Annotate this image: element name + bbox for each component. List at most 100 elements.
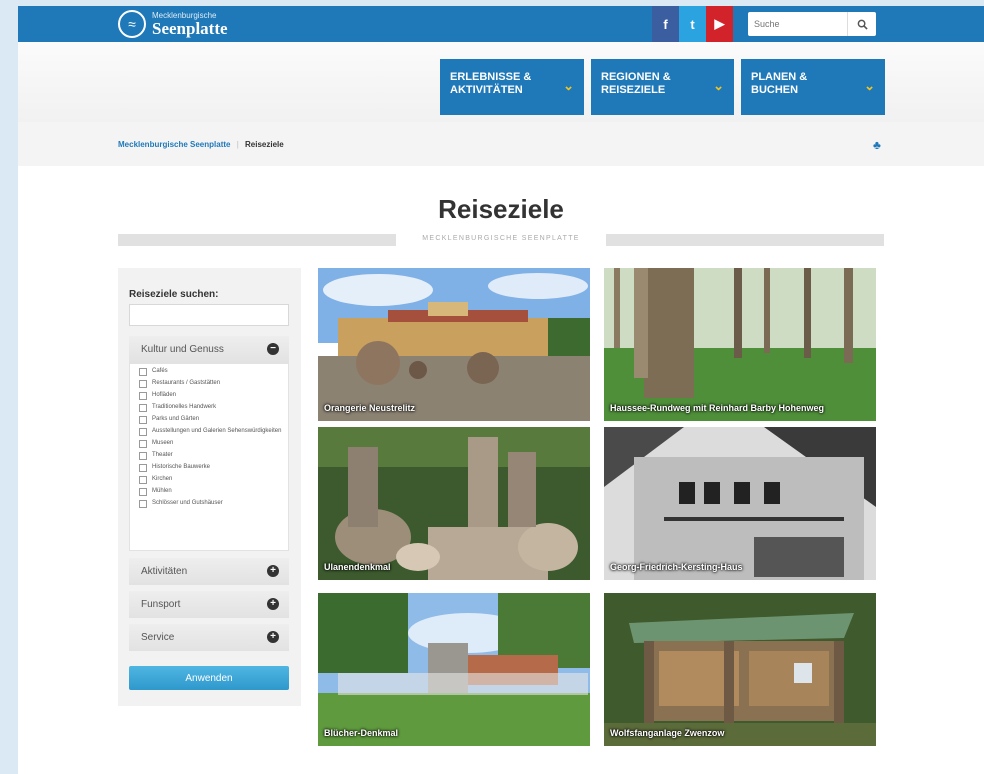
breadcrumb-separator: | bbox=[236, 140, 239, 149]
tile-caption: Blücher-Denkmal bbox=[324, 728, 399, 738]
checkbox-label: Schlösser und Gutshäuser bbox=[152, 500, 223, 506]
accordion-label: Aktivitäten bbox=[141, 566, 188, 577]
logo-small-text: Mecklenburgische bbox=[152, 10, 217, 20]
destination-tile[interactable]: Haussee-Rundweg mit Reinhard Barby Hohen… bbox=[604, 268, 876, 421]
checkbox-label: Restaurants / Gaststätten bbox=[152, 380, 221, 386]
checkbox-label: Museen bbox=[152, 440, 174, 446]
checkbox[interactable] bbox=[139, 392, 147, 400]
filter-search-label: Reiseziele suchen: bbox=[129, 289, 219, 300]
checkbox[interactable] bbox=[139, 452, 147, 460]
divider-left bbox=[118, 234, 396, 246]
destination-tile[interactable]: Orangerie Neustrelitz bbox=[318, 268, 590, 421]
checkbox-label: Historische Bauwerke bbox=[152, 464, 211, 470]
checkbox-item[interactable]: Cafés bbox=[139, 368, 288, 376]
search-icon bbox=[857, 19, 868, 30]
plus-circle-icon: + bbox=[267, 631, 279, 643]
tile-image bbox=[604, 268, 876, 421]
top-bar: ≈ Mecklenburgische Seenplatte f t ▶ bbox=[18, 6, 984, 42]
accordion-label: Kultur und Genuss bbox=[141, 344, 224, 355]
filter-search-input[interactable] bbox=[129, 304, 289, 326]
tile-caption: Ulanendenkmal bbox=[324, 562, 391, 572]
destination-tile[interactable]: Blücher-Denkmal bbox=[318, 593, 590, 746]
search-button[interactable] bbox=[847, 12, 876, 36]
tile-caption: Orangerie Neustrelitz bbox=[324, 403, 416, 413]
tile-image bbox=[604, 593, 876, 746]
checkbox-label: Traditionelles Handwerk bbox=[152, 404, 217, 410]
checkbox-item[interactable]: Restaurants / Gaststätten bbox=[139, 380, 288, 388]
checkbox-item[interactable]: Historische Bauwerke bbox=[139, 464, 288, 472]
nav-planen[interactable]: PLANEN & BUCHEN ⌄ bbox=[741, 59, 885, 115]
destination-tile[interactable]: Georg-Friedrich-Kersting-Haus bbox=[604, 427, 876, 580]
checkbox-label: Cafés bbox=[152, 368, 168, 374]
chevron-down-icon: ⌄ bbox=[864, 78, 875, 93]
logo-text: Mecklenburgische Seenplatte bbox=[152, 10, 228, 38]
tile-image bbox=[318, 268, 590, 421]
search-input[interactable] bbox=[748, 12, 856, 36]
checkbox-item[interactable]: Traditionelles Handwerk bbox=[139, 404, 288, 412]
divider-right bbox=[606, 234, 884, 246]
plus-circle-icon: + bbox=[267, 598, 279, 610]
logo-big-text: Seenplatte bbox=[152, 18, 228, 38]
nav-regionen[interactable]: REGIONEN & REISEZIELE ⌄ bbox=[591, 59, 734, 115]
destination-tile[interactable]: Wolfsfanganlage Zwenzow bbox=[604, 593, 876, 746]
checkbox-label: Theater bbox=[152, 452, 173, 458]
accordion-service[interactable]: Service + bbox=[129, 624, 289, 651]
page-subtitle: MECKLENBURGISCHE SEENPLATTE bbox=[422, 235, 580, 242]
breadcrumb-bar: Mecklenburgische Seenplatte | Reiseziele… bbox=[18, 122, 984, 166]
checkbox-label: Parks und Gärten bbox=[152, 416, 200, 422]
checkbox[interactable] bbox=[139, 500, 147, 508]
checkbox-item[interactable]: Parks und Gärten bbox=[139, 416, 288, 424]
tile-caption: Haussee-Rundweg mit Reinhard Barby Hohen… bbox=[610, 403, 825, 413]
apply-button[interactable]: Anwenden bbox=[129, 666, 289, 690]
accordion-aktivitaeten[interactable]: Aktivitäten + bbox=[129, 558, 289, 585]
accordion-label: Service bbox=[141, 632, 175, 643]
youtube-icon[interactable]: ▶ bbox=[706, 6, 733, 42]
checkbox-item[interactable]: Museen bbox=[139, 440, 288, 448]
breadcrumb-current: Reiseziele bbox=[245, 140, 284, 149]
checkbox-item[interactable]: Mühlen bbox=[139, 488, 288, 496]
checkbox[interactable] bbox=[139, 488, 147, 496]
checkbox-item[interactable]: Kirchen bbox=[139, 476, 288, 484]
tile-image bbox=[318, 427, 590, 580]
search-box bbox=[748, 12, 876, 36]
checkbox-label: Mühlen bbox=[152, 488, 172, 494]
checkbox-item[interactable]: Ausstellungen und Galerien Sehenswürdigk… bbox=[139, 428, 288, 436]
main-navigation: ERLEBNISSE & AKTIVITÄTEN ⌄ REGIONEN & RE… bbox=[18, 42, 984, 122]
breadcrumb-home-link[interactable]: Mecklenburgische Seenplatte bbox=[118, 140, 230, 149]
checkbox[interactable] bbox=[139, 440, 147, 448]
checkbox[interactable] bbox=[139, 428, 147, 436]
checkbox[interactable] bbox=[139, 476, 147, 484]
checkbox[interactable] bbox=[139, 416, 147, 424]
logo-wave-icon: ≈ bbox=[118, 10, 146, 38]
plus-circle-icon: + bbox=[267, 565, 279, 577]
tile-image bbox=[318, 593, 590, 746]
facebook-icon[interactable]: f bbox=[652, 6, 679, 42]
checkbox-label: Hofläden bbox=[152, 392, 177, 398]
checkbox[interactable] bbox=[139, 404, 147, 412]
accordion-label: Funsport bbox=[141, 599, 181, 610]
site-logo[interactable]: ≈ Mecklenburgische Seenplatte bbox=[118, 10, 228, 38]
checkbox-item[interactable]: Schlösser und Gutshäuser bbox=[139, 500, 288, 508]
tile-caption: Wolfsfanganlage Zwenzow bbox=[610, 728, 725, 738]
page: ≈ Mecklenburgische Seenplatte f t ▶ ERLE… bbox=[18, 6, 984, 774]
destination-tile[interactable]: Ulanendenkmal bbox=[318, 427, 590, 580]
page-title: Reiseziele bbox=[438, 194, 564, 224]
sitemap-icon[interactable]: ♣ bbox=[873, 138, 881, 152]
minus-circle-icon: − bbox=[267, 343, 279, 355]
filter-sidebar: Reiseziele suchen: Kultur und Genuss − C… bbox=[118, 268, 301, 706]
breadcrumb: Mecklenburgische Seenplatte | Reiseziele bbox=[118, 140, 284, 149]
checkbox-item[interactable]: Theater bbox=[139, 452, 288, 460]
twitter-icon[interactable]: t bbox=[679, 6, 706, 42]
chevron-down-icon: ⌄ bbox=[713, 78, 724, 93]
category-checklist: Cafés Restaurants / Gaststätten Hofläden… bbox=[129, 363, 289, 551]
checkbox-item[interactable]: Hofläden bbox=[139, 392, 288, 400]
checkbox[interactable] bbox=[139, 368, 147, 376]
tile-caption: Georg-Friedrich-Kersting-Haus bbox=[610, 562, 743, 572]
accordion-funsport[interactable]: Funsport + bbox=[129, 591, 289, 618]
checkbox[interactable] bbox=[139, 464, 147, 472]
tile-image bbox=[604, 427, 876, 580]
nav-erlebnisse[interactable]: ERLEBNISSE & AKTIVITÄTEN ⌄ bbox=[440, 59, 584, 115]
checkbox-label: Kirchen bbox=[152, 476, 173, 482]
accordion-kultur-und-genuss[interactable]: Kultur und Genuss − bbox=[129, 336, 289, 363]
checkbox[interactable] bbox=[139, 380, 147, 388]
